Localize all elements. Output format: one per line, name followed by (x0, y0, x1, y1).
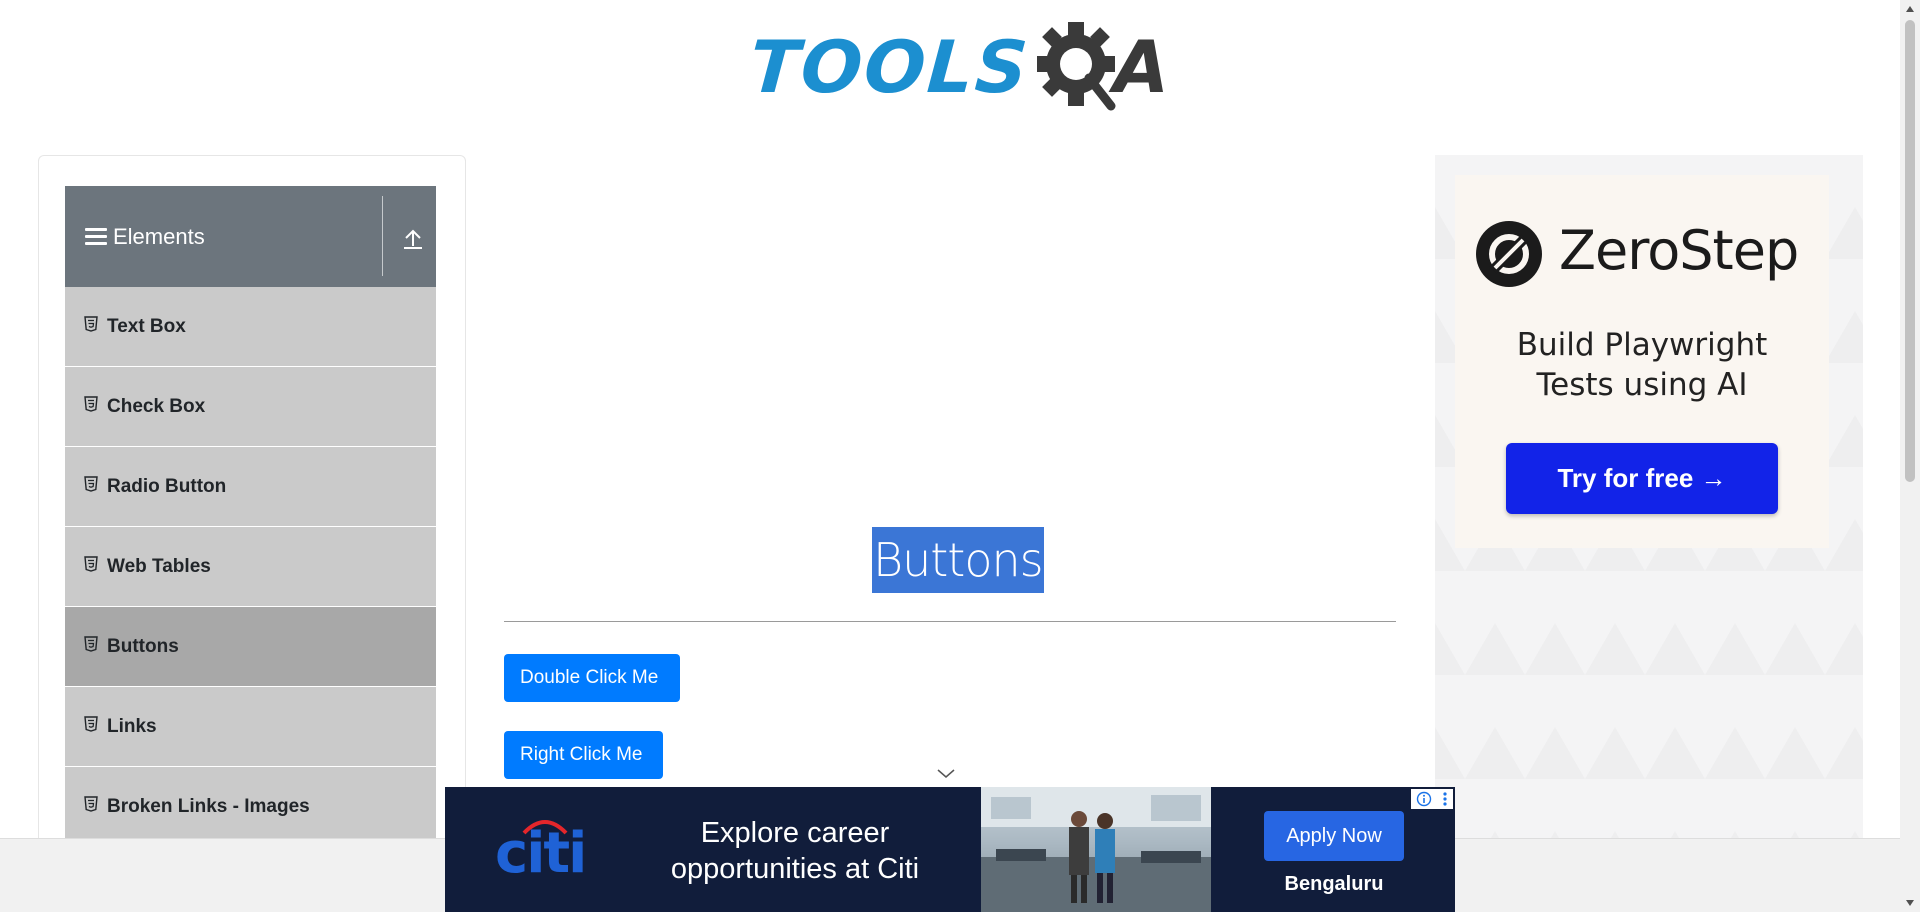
side-ad[interactable]: ZeroStep Build Playwright Tests using AI… (1435, 155, 1863, 912)
adchoices[interactable] (1411, 789, 1453, 809)
zerostep-logo-icon (1476, 221, 1542, 287)
page-title-selection: Buttons (872, 527, 1044, 593)
title-divider (504, 621, 1396, 622)
html5-icon (84, 315, 98, 332)
sidebar-item-web-tables[interactable]: Web Tables (65, 527, 436, 607)
sidebar-item-text-box[interactable]: Text Box (65, 287, 436, 367)
banner-text: Explore career opportunities at Citi (635, 815, 955, 887)
gear-magnifier-icon (1033, 18, 1119, 116)
citi-logo: citi (495, 821, 587, 886)
group-title: Elements (113, 223, 205, 249)
try-for-free-button[interactable]: Try for free → (1506, 443, 1778, 514)
logo-text-tools: TOOLS (747, 25, 1033, 109)
sidebar-item-label: Links (107, 715, 157, 737)
double-click-button[interactable]: Double Click Me (504, 654, 680, 702)
html5-icon (84, 475, 98, 492)
scroll-down-arrow-icon[interactable] (1905, 898, 1915, 908)
html5-icon (84, 715, 98, 732)
page: TOOLS A Elements Text Box Check Box Radi… (0, 0, 1920, 912)
html5-icon (84, 555, 98, 572)
banner-location: Bengaluru (1284, 873, 1384, 895)
apply-now-button[interactable]: Apply Now (1264, 811, 1404, 861)
logo-text-a: A (1113, 25, 1169, 109)
page-title: Buttons (873, 533, 1044, 587)
sidebar-item-check-box[interactable]: Check Box (65, 367, 436, 447)
zerostep-brand: ZeroStep (1559, 219, 1799, 282)
citi-banner-ad[interactable]: citi Explore career opportunities at Cit… (445, 787, 1455, 912)
more-options-icon[interactable] (1442, 791, 1448, 807)
tagline-line-2: Tests using AI (1536, 367, 1748, 403)
banner-text-line-2: opportunities at Citi (670, 853, 920, 885)
zerostep-tagline: Build Playwright Tests using AI (1455, 325, 1829, 405)
chevron-down-icon[interactable] (937, 769, 955, 779)
collapse-arrow-icon[interactable] (400, 222, 426, 250)
hamburger-icon (85, 228, 107, 245)
html5-icon (84, 395, 98, 412)
zerostep-ad-card[interactable]: ZeroStep Build Playwright Tests using AI… (1455, 175, 1829, 548)
header-divider (382, 196, 383, 276)
banner-text-line-1: Explore career (700, 817, 890, 849)
scroll-up-arrow-icon[interactable] (1905, 4, 1915, 14)
sidebar-item-buttons[interactable]: Buttons (65, 607, 436, 687)
sidebar-item-label: Buttons (107, 635, 179, 657)
page-scrollbar[interactable] (1900, 0, 1920, 912)
sidebar-item-broken-links[interactable]: Broken Links - Images (65, 767, 436, 847)
scrollbar-thumb[interactable] (1905, 20, 1915, 482)
html5-icon (84, 635, 98, 652)
sidebar-item-label: Check Box (107, 395, 206, 417)
sidebar-item-label: Text Box (107, 315, 186, 337)
left-panel: Elements Text Box Check Box Radio Button… (38, 155, 466, 912)
group-header-elements[interactable]: Elements (65, 186, 436, 287)
tagline-line-1: Build Playwright (1516, 327, 1768, 363)
sidebar-item-links[interactable]: Links (65, 687, 436, 767)
sidebar-item-label: Radio Button (107, 475, 227, 497)
sidebar-item-radio-button[interactable]: Radio Button (65, 447, 436, 527)
elements-menu: Text Box Check Box Radio Button Web Tabl… (65, 287, 436, 847)
info-icon[interactable] (1416, 791, 1432, 807)
header: TOOLS A (0, 0, 1900, 140)
toolsqa-logo[interactable]: TOOLS A (747, 18, 1169, 116)
sidebar-item-label: Web Tables (107, 555, 211, 577)
office-photo (981, 787, 1211, 912)
html5-icon (84, 795, 98, 812)
right-click-button[interactable]: Right Click Me (504, 731, 663, 779)
sidebar-item-label: Broken Links - Images (107, 795, 310, 817)
